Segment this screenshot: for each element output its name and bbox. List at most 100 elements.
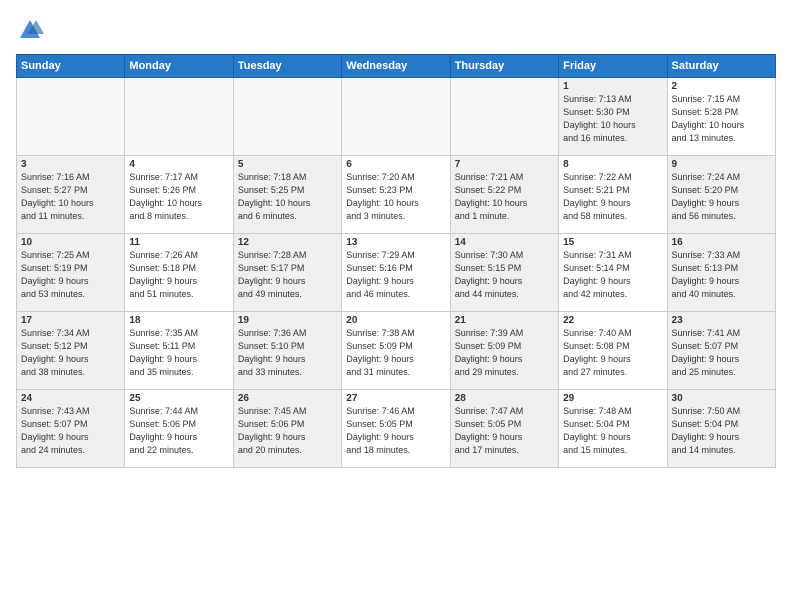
calendar-cell bbox=[233, 78, 341, 156]
calendar-cell bbox=[342, 78, 450, 156]
calendar-cell: 16Sunrise: 7:33 AM Sunset: 5:13 PM Dayli… bbox=[667, 234, 775, 312]
day-info: Sunrise: 7:16 AM Sunset: 5:27 PM Dayligh… bbox=[21, 171, 120, 223]
day-number: 10 bbox=[21, 237, 120, 248]
day-number: 28 bbox=[455, 393, 554, 404]
calendar-cell: 27Sunrise: 7:46 AM Sunset: 5:05 PM Dayli… bbox=[342, 390, 450, 468]
day-info: Sunrise: 7:15 AM Sunset: 5:28 PM Dayligh… bbox=[672, 93, 771, 145]
day-number: 21 bbox=[455, 315, 554, 326]
calendar-cell: 7Sunrise: 7:21 AM Sunset: 5:22 PM Daylig… bbox=[450, 156, 558, 234]
calendar-cell: 1Sunrise: 7:13 AM Sunset: 5:30 PM Daylig… bbox=[559, 78, 667, 156]
day-number: 26 bbox=[238, 393, 337, 404]
day-number: 29 bbox=[563, 393, 662, 404]
calendar-cell: 8Sunrise: 7:22 AM Sunset: 5:21 PM Daylig… bbox=[559, 156, 667, 234]
calendar-cell: 6Sunrise: 7:20 AM Sunset: 5:23 PM Daylig… bbox=[342, 156, 450, 234]
day-number: 19 bbox=[238, 315, 337, 326]
calendar-cell: 2Sunrise: 7:15 AM Sunset: 5:28 PM Daylig… bbox=[667, 78, 775, 156]
day-info: Sunrise: 7:48 AM Sunset: 5:04 PM Dayligh… bbox=[563, 405, 662, 457]
day-number: 9 bbox=[672, 159, 771, 170]
day-info: Sunrise: 7:35 AM Sunset: 5:11 PM Dayligh… bbox=[129, 327, 228, 379]
day-info: Sunrise: 7:17 AM Sunset: 5:26 PM Dayligh… bbox=[129, 171, 228, 223]
day-number: 17 bbox=[21, 315, 120, 326]
calendar-cell: 30Sunrise: 7:50 AM Sunset: 5:04 PM Dayli… bbox=[667, 390, 775, 468]
day-number: 2 bbox=[672, 81, 771, 92]
calendar-cell: 17Sunrise: 7:34 AM Sunset: 5:12 PM Dayli… bbox=[17, 312, 125, 390]
day-number: 22 bbox=[563, 315, 662, 326]
day-number: 23 bbox=[672, 315, 771, 326]
day-header-wednesday: Wednesday bbox=[342, 55, 450, 78]
day-number: 27 bbox=[346, 393, 445, 404]
day-info: Sunrise: 7:50 AM Sunset: 5:04 PM Dayligh… bbox=[672, 405, 771, 457]
calendar-cell: 9Sunrise: 7:24 AM Sunset: 5:20 PM Daylig… bbox=[667, 156, 775, 234]
day-info: Sunrise: 7:22 AM Sunset: 5:21 PM Dayligh… bbox=[563, 171, 662, 223]
page: SundayMondayTuesdayWednesdayThursdayFrid… bbox=[0, 0, 792, 478]
day-info: Sunrise: 7:25 AM Sunset: 5:19 PM Dayligh… bbox=[21, 249, 120, 301]
week-row-1: 1Sunrise: 7:13 AM Sunset: 5:30 PM Daylig… bbox=[17, 78, 776, 156]
day-info: Sunrise: 7:24 AM Sunset: 5:20 PM Dayligh… bbox=[672, 171, 771, 223]
day-number: 7 bbox=[455, 159, 554, 170]
day-header-monday: Monday bbox=[125, 55, 233, 78]
calendar-cell: 22Sunrise: 7:40 AM Sunset: 5:08 PM Dayli… bbox=[559, 312, 667, 390]
calendar-cell: 14Sunrise: 7:30 AM Sunset: 5:15 PM Dayli… bbox=[450, 234, 558, 312]
day-number: 18 bbox=[129, 315, 228, 326]
day-info: Sunrise: 7:47 AM Sunset: 5:05 PM Dayligh… bbox=[455, 405, 554, 457]
calendar-cell: 26Sunrise: 7:45 AM Sunset: 5:06 PM Dayli… bbox=[233, 390, 341, 468]
day-header-tuesday: Tuesday bbox=[233, 55, 341, 78]
calendar-cell bbox=[17, 78, 125, 156]
calendar-cell: 29Sunrise: 7:48 AM Sunset: 5:04 PM Dayli… bbox=[559, 390, 667, 468]
day-info: Sunrise: 7:28 AM Sunset: 5:17 PM Dayligh… bbox=[238, 249, 337, 301]
calendar-cell: 19Sunrise: 7:36 AM Sunset: 5:10 PM Dayli… bbox=[233, 312, 341, 390]
day-header-saturday: Saturday bbox=[667, 55, 775, 78]
header-row: SundayMondayTuesdayWednesdayThursdayFrid… bbox=[17, 55, 776, 78]
week-row-3: 10Sunrise: 7:25 AM Sunset: 5:19 PM Dayli… bbox=[17, 234, 776, 312]
day-info: Sunrise: 7:39 AM Sunset: 5:09 PM Dayligh… bbox=[455, 327, 554, 379]
calendar-cell bbox=[125, 78, 233, 156]
day-number: 4 bbox=[129, 159, 228, 170]
day-info: Sunrise: 7:33 AM Sunset: 5:13 PM Dayligh… bbox=[672, 249, 771, 301]
calendar-body: 1Sunrise: 7:13 AM Sunset: 5:30 PM Daylig… bbox=[17, 78, 776, 468]
calendar-cell: 4Sunrise: 7:17 AM Sunset: 5:26 PM Daylig… bbox=[125, 156, 233, 234]
day-info: Sunrise: 7:13 AM Sunset: 5:30 PM Dayligh… bbox=[563, 93, 662, 145]
day-info: Sunrise: 7:20 AM Sunset: 5:23 PM Dayligh… bbox=[346, 171, 445, 223]
day-header-thursday: Thursday bbox=[450, 55, 558, 78]
day-info: Sunrise: 7:41 AM Sunset: 5:07 PM Dayligh… bbox=[672, 327, 771, 379]
day-info: Sunrise: 7:43 AM Sunset: 5:07 PM Dayligh… bbox=[21, 405, 120, 457]
day-number: 6 bbox=[346, 159, 445, 170]
calendar-cell: 20Sunrise: 7:38 AM Sunset: 5:09 PM Dayli… bbox=[342, 312, 450, 390]
day-number: 25 bbox=[129, 393, 228, 404]
day-header-friday: Friday bbox=[559, 55, 667, 78]
day-info: Sunrise: 7:46 AM Sunset: 5:05 PM Dayligh… bbox=[346, 405, 445, 457]
day-info: Sunrise: 7:40 AM Sunset: 5:08 PM Dayligh… bbox=[563, 327, 662, 379]
week-row-4: 17Sunrise: 7:34 AM Sunset: 5:12 PM Dayli… bbox=[17, 312, 776, 390]
calendar-cell: 13Sunrise: 7:29 AM Sunset: 5:16 PM Dayli… bbox=[342, 234, 450, 312]
day-number: 3 bbox=[21, 159, 120, 170]
calendar-cell: 11Sunrise: 7:26 AM Sunset: 5:18 PM Dayli… bbox=[125, 234, 233, 312]
day-info: Sunrise: 7:45 AM Sunset: 5:06 PM Dayligh… bbox=[238, 405, 337, 457]
day-info: Sunrise: 7:18 AM Sunset: 5:25 PM Dayligh… bbox=[238, 171, 337, 223]
calendar-cell: 25Sunrise: 7:44 AM Sunset: 5:06 PM Dayli… bbox=[125, 390, 233, 468]
logo-icon bbox=[16, 16, 44, 44]
calendar-table: SundayMondayTuesdayWednesdayThursdayFrid… bbox=[16, 54, 776, 468]
day-number: 30 bbox=[672, 393, 771, 404]
logo bbox=[16, 16, 46, 44]
day-number: 20 bbox=[346, 315, 445, 326]
calendar-cell: 23Sunrise: 7:41 AM Sunset: 5:07 PM Dayli… bbox=[667, 312, 775, 390]
day-number: 1 bbox=[563, 81, 662, 92]
calendar-cell: 24Sunrise: 7:43 AM Sunset: 5:07 PM Dayli… bbox=[17, 390, 125, 468]
calendar-cell: 18Sunrise: 7:35 AM Sunset: 5:11 PM Dayli… bbox=[125, 312, 233, 390]
day-info: Sunrise: 7:31 AM Sunset: 5:14 PM Dayligh… bbox=[563, 249, 662, 301]
day-info: Sunrise: 7:30 AM Sunset: 5:15 PM Dayligh… bbox=[455, 249, 554, 301]
day-number: 16 bbox=[672, 237, 771, 248]
calendar-cell: 28Sunrise: 7:47 AM Sunset: 5:05 PM Dayli… bbox=[450, 390, 558, 468]
day-number: 8 bbox=[563, 159, 662, 170]
day-info: Sunrise: 7:34 AM Sunset: 5:12 PM Dayligh… bbox=[21, 327, 120, 379]
calendar-cell: 3Sunrise: 7:16 AM Sunset: 5:27 PM Daylig… bbox=[17, 156, 125, 234]
day-info: Sunrise: 7:21 AM Sunset: 5:22 PM Dayligh… bbox=[455, 171, 554, 223]
day-number: 13 bbox=[346, 237, 445, 248]
calendar-header: SundayMondayTuesdayWednesdayThursdayFrid… bbox=[17, 55, 776, 78]
day-info: Sunrise: 7:38 AM Sunset: 5:09 PM Dayligh… bbox=[346, 327, 445, 379]
day-number: 11 bbox=[129, 237, 228, 248]
day-info: Sunrise: 7:44 AM Sunset: 5:06 PM Dayligh… bbox=[129, 405, 228, 457]
calendar-cell: 21Sunrise: 7:39 AM Sunset: 5:09 PM Dayli… bbox=[450, 312, 558, 390]
day-number: 5 bbox=[238, 159, 337, 170]
day-info: Sunrise: 7:29 AM Sunset: 5:16 PM Dayligh… bbox=[346, 249, 445, 301]
